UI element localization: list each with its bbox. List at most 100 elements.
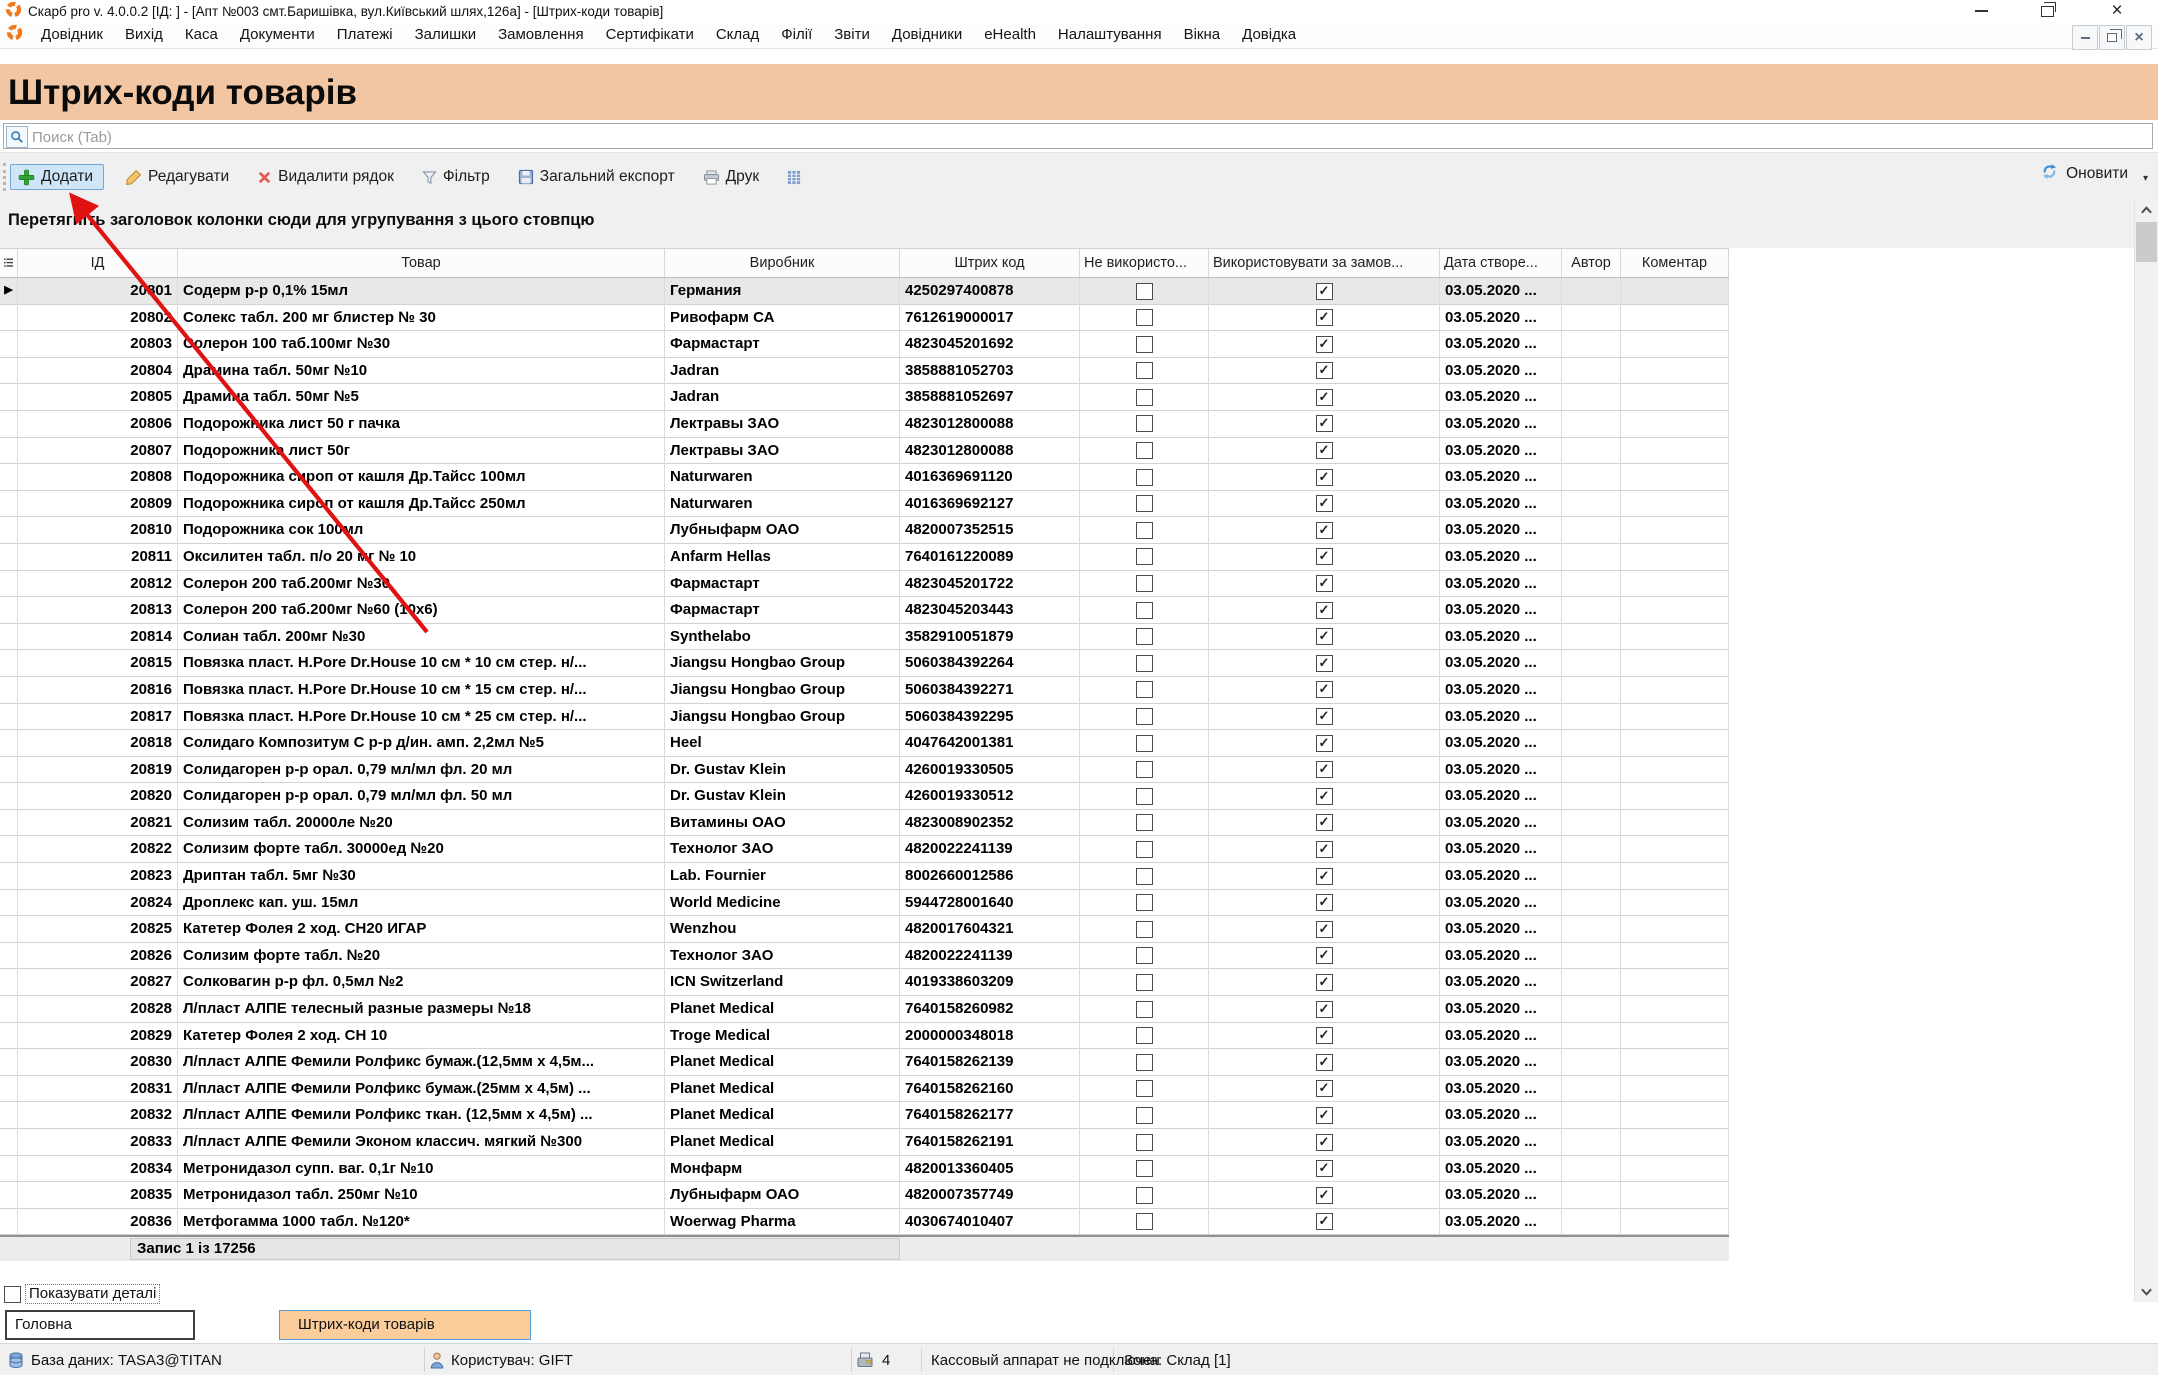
menu-item[interactable]: Філії	[770, 22, 823, 48]
table-row[interactable]: 20819Солидагорен р-р орал. 0,79 мл/мл фл…	[0, 757, 1729, 784]
checked-checkbox[interactable]: ✓	[1316, 841, 1333, 858]
checked-checkbox[interactable]: ✓	[1316, 548, 1333, 565]
use_order-checkbox-cell[interactable]: ✓	[1209, 810, 1440, 837]
unchecked-checkbox[interactable]	[1136, 921, 1153, 938]
table-row[interactable]: 20817Повязка пласт. H.Pore Dr.House 10 с…	[0, 704, 1729, 731]
not_used-checkbox-cell[interactable]	[1080, 624, 1209, 651]
table-row[interactable]: 20833Л/пласт АЛПЕ Фемили Эконом классич.…	[0, 1129, 1729, 1156]
checked-checkbox[interactable]: ✓	[1316, 309, 1333, 326]
unchecked-checkbox[interactable]	[1136, 1054, 1153, 1071]
use_order-checkbox-cell[interactable]: ✓	[1209, 863, 1440, 890]
table-row[interactable]: 20835Метронидазол табл. 250мг №10Лубныфа…	[0, 1182, 1729, 1209]
grid-options-icon[interactable]	[4, 249, 13, 277]
unchecked-checkbox[interactable]	[1136, 469, 1153, 486]
menu-item[interactable]: Склад	[705, 22, 770, 48]
columns-button[interactable]	[780, 166, 808, 189]
unchecked-checkbox[interactable]	[1136, 522, 1153, 539]
table-row[interactable]: 20822Солизим форте табл. 30000ед №20Техн…	[0, 836, 1729, 863]
use_order-checkbox-cell[interactable]: ✓	[1209, 916, 1440, 943]
checked-checkbox[interactable]: ✓	[1316, 628, 1333, 645]
menu-item[interactable]: Довідка	[1231, 22, 1307, 48]
unchecked-checkbox[interactable]	[1136, 495, 1153, 512]
not_used-checkbox-cell[interactable]	[1080, 438, 1209, 465]
unchecked-checkbox[interactable]	[1136, 868, 1153, 885]
not_used-checkbox-cell[interactable]	[1080, 863, 1209, 890]
menu-item[interactable]: Вікна	[1173, 22, 1232, 48]
unchecked-checkbox[interactable]	[1136, 974, 1153, 991]
unchecked-checkbox[interactable]	[1136, 735, 1153, 752]
not_used-checkbox-cell[interactable]	[1080, 757, 1209, 784]
not_used-checkbox-cell[interactable]	[1080, 411, 1209, 438]
unchecked-checkbox[interactable]	[1136, 1027, 1153, 1044]
not_used-checkbox-cell[interactable]	[1080, 1209, 1209, 1236]
unchecked-checkbox[interactable]	[1136, 708, 1153, 725]
use_order-checkbox-cell[interactable]: ✓	[1209, 384, 1440, 411]
unchecked-checkbox[interactable]	[1136, 575, 1153, 592]
use_order-checkbox-cell[interactable]: ✓	[1209, 411, 1440, 438]
not_used-checkbox-cell[interactable]	[1080, 969, 1209, 996]
not_used-checkbox-cell[interactable]	[1080, 358, 1209, 385]
use_order-checkbox-cell[interactable]: ✓	[1209, 1156, 1440, 1183]
column-header-manufacturer[interactable]: Виробник	[665, 249, 900, 277]
друк-button[interactable]: Друк	[696, 164, 766, 190]
use_order-checkbox-cell[interactable]: ✓	[1209, 1209, 1440, 1236]
unchecked-checkbox[interactable]	[1136, 548, 1153, 565]
use_order-checkbox-cell[interactable]: ✓	[1209, 331, 1440, 358]
not_used-checkbox-cell[interactable]	[1080, 810, 1209, 837]
checked-checkbox[interactable]: ✓	[1316, 921, 1333, 938]
use_order-checkbox-cell[interactable]: ✓	[1209, 650, 1440, 677]
checked-checkbox[interactable]: ✓	[1316, 1054, 1333, 1071]
unchecked-checkbox[interactable]	[1136, 841, 1153, 858]
use_order-checkbox-cell[interactable]: ✓	[1209, 491, 1440, 518]
menu-item[interactable]: Довідник	[30, 22, 114, 48]
table-row[interactable]: 20826Солизим форте табл. №20Технолог ЗАО…	[0, 943, 1729, 970]
use_order-checkbox-cell[interactable]: ✓	[1209, 730, 1440, 757]
use_order-checkbox-cell[interactable]: ✓	[1209, 783, 1440, 810]
menu-item[interactable]: Залишки	[404, 22, 488, 48]
not_used-checkbox-cell[interactable]	[1080, 916, 1209, 943]
checked-checkbox[interactable]: ✓	[1316, 1080, 1333, 1097]
use_order-checkbox-cell[interactable]: ✓	[1209, 597, 1440, 624]
column-header-selector[interactable]	[0, 249, 18, 277]
not_used-checkbox-cell[interactable]	[1080, 890, 1209, 917]
unchecked-checkbox[interactable]	[1136, 1001, 1153, 1018]
table-row[interactable]: 20831Л/пласт АЛПЕ Фемили Ролфикс бумаж.(…	[0, 1076, 1729, 1103]
use_order-checkbox-cell[interactable]: ✓	[1209, 278, 1440, 305]
not_used-checkbox-cell[interactable]	[1080, 783, 1209, 810]
vertical-scrollbar[interactable]	[2134, 200, 2158, 1302]
not_used-checkbox-cell[interactable]	[1080, 730, 1209, 757]
checked-checkbox[interactable]: ✓	[1316, 522, 1333, 539]
not_used-checkbox-cell[interactable]	[1080, 1156, 1209, 1183]
not_used-checkbox-cell[interactable]	[1080, 305, 1209, 332]
checked-checkbox[interactable]: ✓	[1316, 602, 1333, 619]
table-row[interactable]: 20815Повязка пласт. H.Pore Dr.House 10 с…	[0, 650, 1729, 677]
use_order-checkbox-cell[interactable]: ✓	[1209, 358, 1440, 385]
mdi-minimize-button[interactable]	[2072, 25, 2098, 50]
table-row[interactable]: 20809Подорожника сироп от кашля Др.Тайсс…	[0, 491, 1729, 518]
close-button[interactable]: ×	[2102, 2, 2132, 20]
unchecked-checkbox[interactable]	[1136, 761, 1153, 778]
unchecked-checkbox[interactable]	[1136, 389, 1153, 406]
checked-checkbox[interactable]: ✓	[1316, 868, 1333, 885]
use_order-checkbox-cell[interactable]: ✓	[1209, 1049, 1440, 1076]
table-row[interactable]: 20829Катетер Фолея 2 ход. СН 10Troge Med…	[0, 1023, 1729, 1050]
unchecked-checkbox[interactable]	[1136, 1134, 1153, 1151]
додати-button[interactable]: Додати	[10, 164, 104, 190]
use_order-checkbox-cell[interactable]: ✓	[1209, 305, 1440, 332]
table-row[interactable]: 20814Солиан табл. 200мг №30Synthelabo358…	[0, 624, 1729, 651]
table-row[interactable]: 20803Солерон 100 таб.100мг №30Фармастарт…	[0, 331, 1729, 358]
use_order-checkbox-cell[interactable]: ✓	[1209, 1076, 1440, 1103]
видалити-рядок-button[interactable]: Видалити рядок	[250, 164, 401, 190]
table-row[interactable]: 20805Драмина табл. 50мг №5Jadran38588810…	[0, 384, 1729, 411]
unchecked-checkbox[interactable]	[1136, 628, 1153, 645]
checked-checkbox[interactable]: ✓	[1316, 1160, 1333, 1177]
not_used-checkbox-cell[interactable]	[1080, 517, 1209, 544]
scroll-down-icon[interactable]	[2135, 1282, 2158, 1302]
checked-checkbox[interactable]: ✓	[1316, 336, 1333, 353]
use_order-checkbox-cell[interactable]: ✓	[1209, 677, 1440, 704]
table-row[interactable]: 20811Оксилитен табл. п/о 20 мг № 10Anfar…	[0, 544, 1729, 571]
not_used-checkbox-cell[interactable]	[1080, 1023, 1209, 1050]
table-row[interactable]: 20813Солерон 200 таб.200мг №60 (10х6)Фар…	[0, 597, 1729, 624]
not_used-checkbox-cell[interactable]	[1080, 1076, 1209, 1103]
unchecked-checkbox[interactable]	[1136, 1107, 1153, 1124]
